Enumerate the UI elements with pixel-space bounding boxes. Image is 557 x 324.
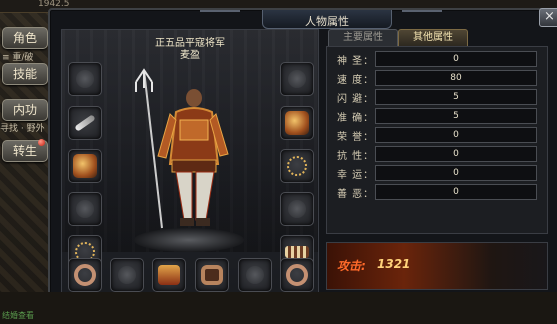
equip-slot-ring-4[interactable] — [238, 258, 272, 292]
character-name: 麦盈 — [180, 50, 200, 61]
stat-value: 0 — [375, 146, 537, 162]
equip-slot-medal[interactable] — [280, 106, 314, 140]
side-fragment-2: 寻找 · 野外 — [0, 124, 45, 134]
stat-row: 抗 性： 0 — [331, 146, 543, 162]
combat-power-label: 攻击: — [337, 259, 366, 273]
gold-medal-icon — [285, 111, 309, 135]
equip-slot-ring-5[interactable] — [280, 258, 314, 292]
tab-other-attributes[interactable]: 其他属性 — [398, 29, 468, 47]
attribute-tabs: 主要属性 其他属性 — [326, 29, 548, 47]
stats-panel: 神 圣： 0 速 度： 80 闪 避： 5 准 确： 5 荣 誉： 0 抗 性：… — [326, 46, 548, 234]
notification-dot-icon — [38, 139, 45, 146]
stat-row: 荣 誉： 0 — [331, 127, 543, 143]
sidebar-button-role[interactable]: 角色 — [2, 27, 48, 49]
stat-value: 5 — [375, 89, 537, 105]
empty-slot-icon — [76, 200, 94, 218]
stat-value: 5 — [375, 108, 537, 124]
equip-slot-helmet-right[interactable] — [280, 62, 314, 96]
empty-slot-icon — [288, 200, 306, 218]
title-ornament-right — [402, 10, 442, 26]
stat-row: 准 确： 5 — [331, 108, 543, 124]
trident-icon — [74, 114, 96, 132]
empty-slot-icon — [118, 266, 136, 284]
equip-slot-necklace[interactable] — [280, 149, 314, 183]
stat-value: 0 — [375, 51, 537, 67]
stat-row: 速 度： 80 — [331, 70, 543, 86]
equip-slot-ring-2[interactable] — [110, 258, 144, 292]
empty-slot-icon — [76, 70, 94, 88]
equip-slot-bracelet-left[interactable] — [68, 192, 102, 226]
stat-label: 抗 性： — [337, 151, 375, 162]
equipment-panel: 正五品平寇将军 麦盈 — [61, 29, 319, 294]
bottom-strip — [0, 292, 557, 324]
stat-label: 善 恶： — [337, 189, 375, 200]
window-title: 人物属性 — [305, 15, 349, 28]
stat-label: 准 确： — [337, 113, 375, 124]
jeweled-ring-icon — [201, 265, 223, 285]
stat-label: 神 圣： — [337, 56, 375, 67]
stat-value: 0 — [375, 165, 537, 181]
empty-slot-icon — [288, 70, 306, 88]
pearl-bracelet-icon — [285, 246, 309, 258]
stat-value: 0 — [375, 184, 537, 200]
window-titlebar[interactable]: 人物属性 — [262, 10, 392, 29]
equip-slot-ring-1[interactable] — [68, 258, 102, 292]
empty-slot-icon — [246, 266, 264, 284]
gold-armlet-icon — [73, 154, 97, 178]
combat-power-value: 1321 — [377, 257, 411, 271]
stat-label: 速 度： — [337, 75, 375, 86]
character-model — [135, 68, 229, 229]
equip-slot-bracelet-right[interactable] — [280, 192, 314, 226]
equip-slot-helmet-left[interactable] — [68, 62, 102, 96]
gold-boots-icon — [158, 265, 180, 285]
equip-slot-boots[interactable] — [152, 258, 186, 292]
stat-label: 幸 运： — [337, 170, 375, 181]
bottom-status-text: 结婚查看 — [2, 311, 34, 320]
side-fragment-1: ≡ 重/破 — [2, 53, 34, 63]
stat-label: 闪 避： — [337, 94, 375, 105]
stat-row: 神 圣： 0 — [331, 51, 543, 67]
equip-slot-ring-3[interactable] — [195, 258, 229, 292]
stat-label: 荣 誉： — [337, 132, 375, 143]
tab-main-attributes[interactable]: 主要属性 — [328, 29, 398, 47]
sidebar-button-skill[interactable]: 技能 — [2, 63, 48, 85]
bronze-ring-icon — [74, 264, 96, 286]
combat-power-panel: 攻击: 1321 — [326, 242, 548, 290]
close-button[interactable]: × — [539, 8, 557, 27]
stat-value: 0 — [375, 127, 537, 143]
equip-slot-armlet[interactable] — [68, 149, 102, 183]
character-attributes-window: 人物属性 × 正五品平寇将军 麦盈 主要属性 其他属性 神 圣： 0 速 度： … — [48, 8, 557, 296]
sidebar-button-neigong[interactable]: 内功 — [2, 99, 48, 121]
equip-slot-weapon[interactable] — [68, 106, 102, 140]
stat-row: 善 恶： 0 — [331, 184, 543, 200]
bronze-ring-icon — [286, 264, 308, 286]
necklace-icon — [287, 156, 307, 176]
stat-row: 闪 避： 5 — [331, 89, 543, 105]
stat-value: 80 — [375, 70, 537, 86]
title-ornament-left — [200, 10, 240, 26]
stat-row: 幸 运： 0 — [331, 165, 543, 181]
